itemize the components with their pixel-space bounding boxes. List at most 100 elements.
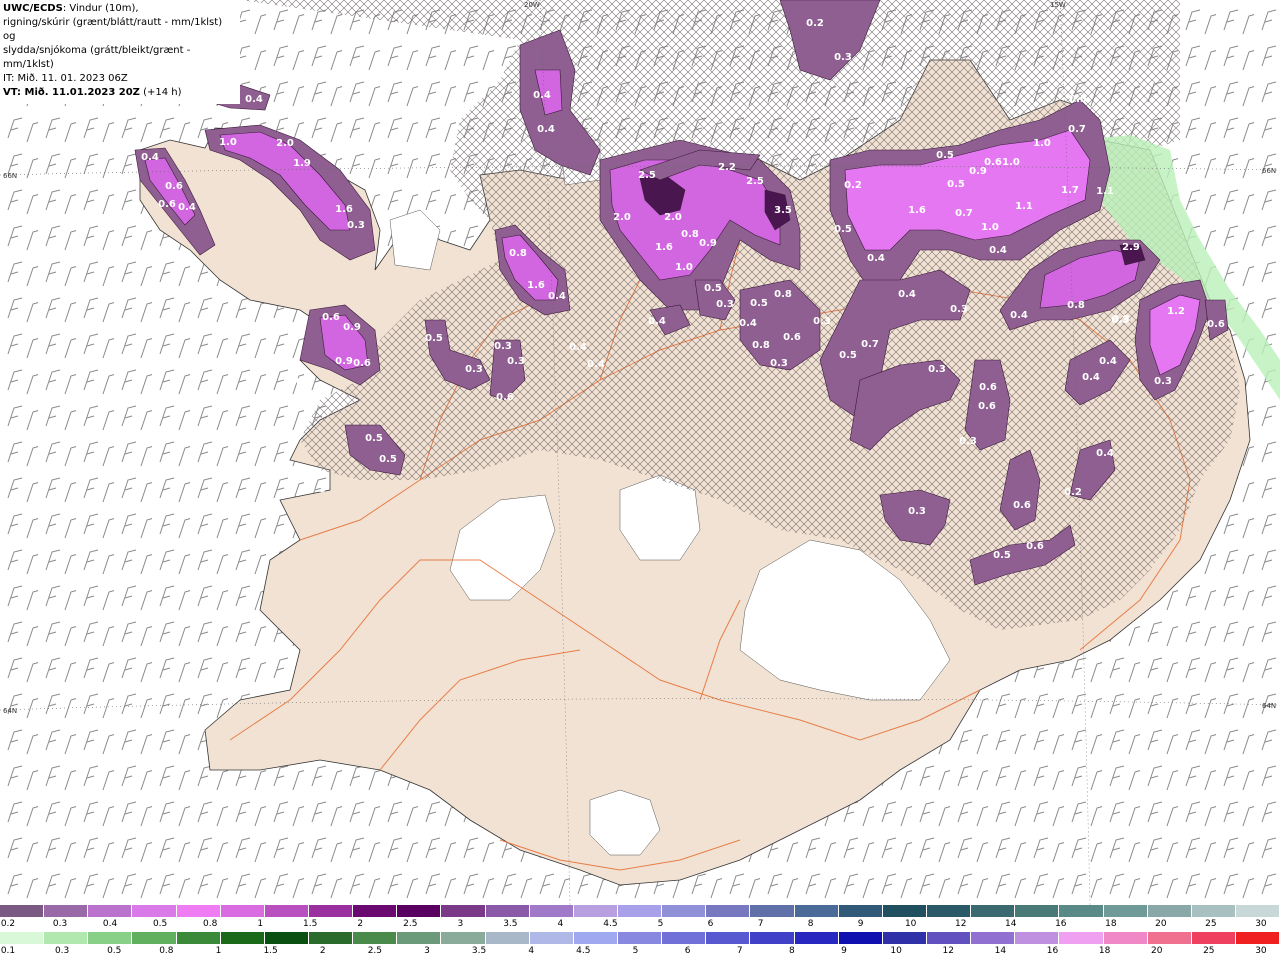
precip-value-label: 2.5 [746,176,764,187]
header-valid-time: VT: Mið. 11.01.2023 20Z [3,87,140,98]
legend-swatch [971,932,1016,944]
legend-swatch [1191,905,1236,917]
precip-value-label: 1.7 [1061,185,1079,196]
precip-value-label: 0.4 [245,94,263,105]
legend-label: 8 [788,946,795,956]
legend-snow-bar [0,905,1280,917]
legend-label: 25 [1205,919,1217,929]
precip-value-label: 0.4 [1010,310,1028,321]
precip-value-label: 1.9 [293,158,311,169]
legend-label: 2.5 [403,919,418,929]
legend-swatch [485,905,530,917]
legend-label: 30 [1255,946,1267,956]
header-line-2: rigning/skúrir (grænt/blátt/rautt - mm/1… [3,17,223,42]
legend-label: 2 [357,919,364,929]
legend-swatch [353,932,398,944]
legend-swatch [706,932,751,944]
precip-value-label: 0.3 [834,52,852,63]
header-product-desc: : Vindur (10m), [62,3,139,14]
precip-value-label: 0.6 [1013,500,1031,511]
precip-value-label: 0.3 [465,364,483,375]
legend-label: 18 [1105,919,1117,929]
precip-value-label: 0.5 [425,333,443,344]
legend-swatch [971,905,1016,917]
legend-swatch [794,932,839,944]
legend-swatch [882,905,927,917]
precip-value-label: 2.2 [718,162,736,173]
precip-value-label: 0.3 [959,436,977,447]
legend-label: 9 [841,946,847,956]
legend-label: 1.5 [263,946,278,956]
legend-label: 4.5 [576,946,591,956]
legend-swatch [529,905,574,917]
legend-swatch [882,932,927,944]
precip-value-label: 0.5 [1069,94,1087,105]
precip-value-label: 3.5 [774,205,792,216]
legend-swatch [88,905,133,917]
precip-value-label: 0.4 [569,342,587,353]
precip-value-label: 2.0 [613,212,631,223]
precip-value-label: 0.5 [365,433,383,444]
legend-label: 3.5 [471,946,487,956]
precip-value-label: 0.6 [165,181,183,192]
precip-value-label: 0.8 [774,289,792,300]
legend-label: 0.4 [102,919,118,929]
legend-label: 25 [1203,946,1215,956]
precip-value-label: 0.3 [494,341,512,352]
precip-value-label: 0.2 [844,180,862,191]
precip-value-label: 0.4 [867,253,885,264]
precip-value-label: 1.6 [527,280,545,291]
legend-swatch [926,932,972,944]
legend-label: 2 [319,946,326,956]
legend-snow-labels: 0.2 0.3 0.4 0.5 0.8 1 1.5 2 2.5 3 3.5 4 4.5 5 6 7 8 9 10 12… [0,918,1280,930]
precip-value-label: 0.3 [813,316,831,327]
legend-label: 5 [632,946,639,956]
precip-value-label: 0.6 [783,332,801,343]
legend-swatch [1015,932,1060,944]
precip-value-label: 0.5 [834,224,852,235]
legend-swatch [0,905,45,917]
precip-value-label: 0.6 [1207,319,1225,330]
grid-label-66n-left: 66N [3,172,17,180]
precip-value-label: 0.4 [178,202,196,213]
header-line-5: VT: Mið. 11.01.2023 20Z (+14 h) [3,86,237,100]
legend-swatch [1059,932,1104,944]
legend-swatch [0,932,45,944]
legend-swatch [44,905,89,917]
legend-swatch [750,932,795,944]
forecast-map[interactable]: 20W 15W 66N 64N 66N 64N 0.40.41.02.01.90… [0,0,1280,905]
precip-value-label: 0.3 [1112,314,1130,325]
precip-value-label: 0.3 [928,364,946,375]
precip-value-label: 0.6 [978,401,996,412]
legend-rain-bar [0,932,1280,944]
legend-label: 7 [736,946,743,956]
header-line-3: slydda/snjókoma (grátt/bleikt/grænt - mm… [3,45,191,70]
precip-value-label: 0.4 [537,124,555,135]
precip-value-label: 0.5 [936,150,954,161]
precip-value-label: 0.2 [1064,487,1082,498]
legend-label: 5 [657,919,664,929]
grid-label-20w: 20W [524,1,540,9]
precip-value-label: 1.6 [908,205,926,216]
precip-value-label: 0.6 [322,312,340,323]
legend-label: 12 [942,946,954,956]
legend-swatch [220,932,265,944]
legend-label: 12 [954,919,967,929]
precip-value-label: 2.5 [638,170,656,181]
legend-label: 6 [684,946,691,956]
precip-value-label: 1.0 [219,137,237,148]
precip-value-label: 0.9 [343,322,361,333]
precip-value-label: 2.0 [276,138,294,149]
legend-label: 14 [1005,919,1017,929]
legend-swatch [1235,932,1280,944]
legend-label: 0.1 [0,946,16,956]
legend-swatch [176,932,221,944]
precip-value-label: 0.8 [509,248,527,259]
precip-value-label: 0.8 [1067,300,1085,311]
legend-swatch [838,932,883,944]
precip-value-label: 0.9 [969,166,987,177]
precip-value-label: 0.3 [908,506,926,517]
legend-label: 3 [457,919,464,929]
legend-label: 20 [1155,919,1167,929]
header-line-1: UWC/ECDS: Vindur (10m), [3,2,237,16]
